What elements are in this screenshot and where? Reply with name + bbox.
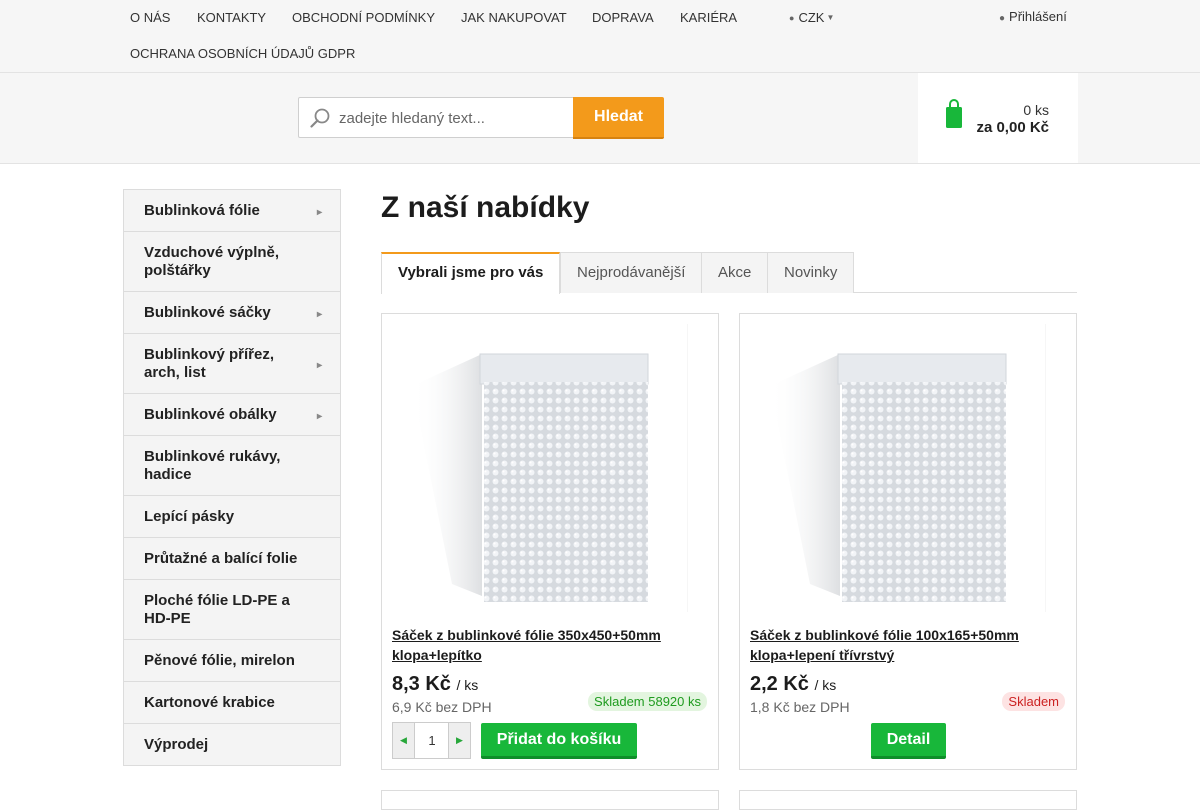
sidebar-item-label: Pěnové fólie, mirelon: [144, 652, 295, 669]
user-icon: ●: [999, 13, 1006, 24]
sidebar-item-bublinkove-rukavy[interactable]: Bublinkové rukávy, hadice: [124, 436, 340, 496]
product-name-link[interactable]: Sáček z bublinkové fólie 350x450+50mm kl…: [392, 625, 692, 665]
quantity-stepper: ◀ 1 ▶: [392, 722, 471, 759]
search-input[interactable]: [339, 107, 565, 129]
cart-count: 0 ks: [1023, 102, 1049, 118]
add-to-cart-button[interactable]: Přidat do košíku: [481, 723, 637, 759]
globe-icon: ●: [789, 13, 795, 23]
product-image[interactable]: [392, 324, 688, 612]
sidebar-item-label: Bublinkové rukávy, hadice: [144, 448, 281, 483]
sidebar-item-label: Průtažné a balící folie: [144, 550, 298, 567]
bubble-bag-image: [770, 324, 1046, 612]
product-price: 8,3 Kč / ks: [392, 673, 478, 696]
quantity-input[interactable]: 1: [415, 723, 449, 758]
nav-link-kariera[interactable]: KARIÉRA: [680, 10, 737, 25]
nav-link-obchodni-podminky[interactable]: OBCHODNÍ PODMÍNKY: [292, 10, 435, 25]
product-tabs: Vybrali jsme pro vás Nejprodávanější Akc…: [381, 252, 1077, 294]
sidebar-item-penove-folie[interactable]: Pěnové fólie, mirelon: [124, 640, 340, 682]
chevron-down-icon: ▼: [826, 13, 835, 22]
product-card-next: [381, 790, 719, 810]
currency-label: CZK: [798, 10, 825, 25]
tab-novinky[interactable]: Novinky: [767, 252, 855, 293]
cart-summary[interactable]: 0 ks za 0,00 Kč: [918, 73, 1078, 163]
price-without-vat: 6,9 Kč bez DPH: [392, 699, 492, 715]
sidebar-item-label: Ploché fólie LD-PE a HD-PE: [144, 592, 290, 627]
price-unit: / ks: [456, 677, 479, 693]
login-link[interactable]: ● Přihlášení: [999, 9, 1067, 24]
product-card: Sáček z bublinkové fólie 350x450+50mm kl…: [381, 313, 719, 770]
stock-badge: Skladem 58920 ks: [588, 692, 707, 711]
sidebar-item-vyprodej[interactable]: Výprodej: [124, 724, 340, 765]
nav-link-gdpr[interactable]: OCHRANA OSOBNÍCH ÚDAJŮ GDPR: [130, 46, 355, 61]
sidebar-item-bublinkove-sacky[interactable]: Bublinkové sáčky ▸: [124, 292, 340, 334]
stock-badge: Skladem: [1002, 692, 1065, 711]
sidebar-item-label: Bublinkové sáčky: [144, 304, 271, 321]
search-button[interactable]: Hledat: [573, 97, 664, 139]
price-without-vat: 1,8 Kč bez DPH: [750, 699, 850, 715]
tab-akce[interactable]: Akce: [701, 252, 769, 293]
sidebar-item-label: Lepící pásky: [144, 508, 235, 525]
detail-button[interactable]: Detail: [871, 723, 946, 759]
sidebar-item-label: Bublinkový přířez, arch, list: [144, 346, 275, 381]
chevron-right-icon[interactable]: ▸: [317, 408, 322, 426]
sidebar-item-label: Bublinkové obálky: [144, 406, 277, 423]
sidebar-item-label: Výprodej: [144, 736, 209, 753]
shopping-bag-icon: [946, 99, 962, 128]
bubble-bag-image: [412, 324, 688, 612]
nav-link-kontakty[interactable]: KONTAKTY: [197, 10, 266, 25]
header: Hledat 0 ks za 0,00 Kč: [0, 73, 1200, 164]
price-value: 8,3 Kč: [392, 673, 451, 695]
product-image[interactable]: [750, 324, 1046, 612]
sidebar-item-vzduchove-vyplne[interactable]: Vzduchové výplně, polštářky: [124, 232, 340, 292]
top-bar: O NÁS KONTAKTY OBCHODNÍ PODMÍNKY JAK NAK…: [0, 0, 1200, 73]
chevron-right-icon[interactable]: ▸: [317, 306, 322, 324]
sidebar-item-kartonove-krabice[interactable]: Kartonové krabice: [124, 682, 340, 724]
price-unit: / ks: [814, 677, 837, 693]
chevron-right-icon[interactable]: ▸: [317, 204, 322, 222]
product-card-next: [739, 790, 1077, 810]
plus-icon: ▶: [456, 735, 463, 745]
nav-link-jak-nakupovat[interactable]: JAK NAKUPOVAT: [461, 10, 567, 25]
sidebar-item-lepici-pasky[interactable]: Lepící pásky: [124, 496, 340, 538]
page-title: Z naší nabídky: [381, 191, 590, 224]
currency-selector[interactable]: ● CZK ▼: [789, 10, 834, 25]
sidebar-item-pruztazne-folie[interactable]: Průtažné a balící folie: [124, 538, 340, 580]
sidebar-item-label: Bublinková fólie: [144, 202, 260, 219]
product-card: Sáček z bublinkové fólie 100x165+50mm kl…: [739, 313, 1077, 770]
sidebar-item-bublinkova-folie[interactable]: Bublinková fólie ▸: [124, 190, 340, 232]
category-sidebar: Bublinková fólie ▸ Vzduchové výplně, pol…: [123, 189, 341, 766]
tab-vybrali-jsme[interactable]: Vybrali jsme pro vás: [381, 252, 561, 294]
quantity-increase-button[interactable]: ▶: [448, 723, 470, 758]
sidebar-item-bublinkove-obalky[interactable]: Bublinkové obálky ▸: [124, 394, 340, 436]
price-value: 2,2 Kč: [750, 673, 809, 695]
product-name-link[interactable]: Sáček z bublinkové fólie 100x165+50mm kl…: [750, 625, 1050, 665]
nav-link-doprava[interactable]: DOPRAVA: [592, 10, 654, 25]
login-label: Přihlášení: [1009, 9, 1067, 24]
cart-total: za 0,00 Kč: [976, 119, 1049, 136]
minus-icon: ◀: [400, 735, 407, 745]
nav-link-o-nas[interactable]: O NÁS: [130, 10, 170, 25]
search-icon: [310, 108, 330, 128]
search-box: [298, 97, 574, 138]
sidebar-item-label: Kartonové krabice: [144, 694, 275, 711]
quantity-decrease-button[interactable]: ◀: [393, 723, 415, 758]
chevron-right-icon[interactable]: ▸: [317, 357, 322, 375]
product-price: 2,2 Kč / ks: [750, 673, 836, 696]
sidebar-item-label: Vzduchové výplně, polštářky: [144, 244, 280, 279]
sidebar-item-bublinkovy-prirez[interactable]: Bublinkový přířez, arch, list ▸: [124, 334, 340, 394]
tab-nejprodavanejsi[interactable]: Nejprodávanější: [560, 252, 703, 293]
sidebar-item-ploche-folie[interactable]: Ploché fólie LD-PE a HD-PE: [124, 580, 340, 640]
